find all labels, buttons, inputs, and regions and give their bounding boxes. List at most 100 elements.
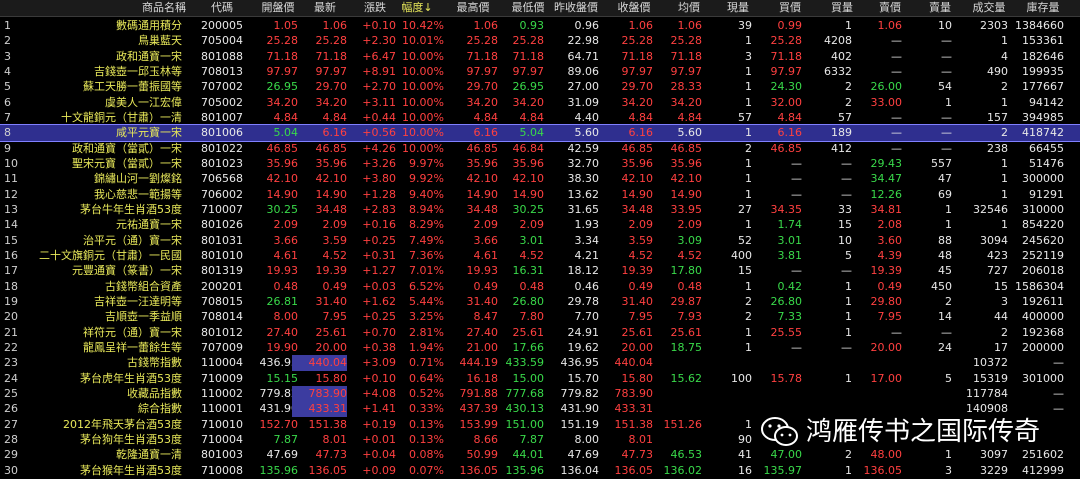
cell-open: 2.09 [273,218,299,232]
cell-stock: 182646 [1022,49,1064,63]
table-row[interactable]: 6 虞美人一江宏偉 705002 34.20 34.20 +3.11 10.00% 34.20… [0,95,1080,111]
table-row[interactable]: 24 茅台虎年生肖酒53度 710009 15.15 15.80 +0.10 0.64% 16… [0,371,1080,387]
cell-bid-vol: 33 [838,202,852,216]
cell-ask: 29.80 [870,294,903,308]
cell-close: 15.80 [621,371,654,385]
table-row[interactable]: 9 政和通寶（當貳）一宋 801022 46.85 46.85 +4.26 10.00% 46… [0,141,1080,157]
cell-prev: 22.98 [567,34,600,48]
cell-ask-vol: — [941,34,952,48]
cell-chg: +2.70 [362,80,396,94]
cell-last: 25.61 [315,325,348,339]
table-row[interactable]: 25 收藏品指數 110002 779.82 783.90 +4.08 0.52% 791.8… [0,385,1080,402]
table-row[interactable]: 18 古錢幣組合資產 200201 0.48 0.49 +0.03 6.52% 0.49 0.4… [0,279,1080,295]
cell-bid: 24.30 [770,80,803,94]
cell-ask-vol: 5 [945,371,952,385]
col-header-current-vol[interactable]: 現量 [718,0,758,16]
cell-name: 古錢幣組合資產 [105,279,182,293]
col-header-ask[interactable]: 賣價 [870,0,910,16]
cell-last: 42.10 [315,172,348,186]
table-row[interactable]: 2 鳥巢藍天 705004 25.28 25.28 +2.30 10.01% 25.28 25.… [0,33,1080,49]
table-row[interactable]: 1 數碼通用積分 200005 1.05 1.06 +0.10 10.42% 1.06 0.93… [0,18,1080,34]
cell-pct: 10.00% [402,126,444,140]
cell-stock: 400000 [1022,310,1064,324]
cell-ask: 12.26 [870,187,903,201]
table-row[interactable]: 16 二十文旗銅元（甘肅）一民國 801010 4.61 4.52 +0.31 7.36% 4… [0,248,1080,264]
cell-stock: 199935 [1022,64,1064,78]
cell-pct: 0.08% [409,448,444,462]
cell-prev: 24.91 [567,325,600,339]
table-row[interactable]: 8 咸平元寶一宋 801006 5.04 6.16 +0.56 10.00% 6.16 5.04… [0,124,1080,142]
cell-last: 8.01 [322,432,348,446]
cell-stock: 192368 [1022,325,1064,339]
col-header-code[interactable]: 代碼 [198,0,246,16]
cell-pct: 0.13% [409,432,444,446]
table-row[interactable]: 30 茅台猴年生肖酒53度 710008 135.96 136.05 +0.09 0.07%… [0,463,1080,479]
cell-chg: +1.62 [362,294,396,308]
col-header-ask-vol[interactable]: 賣量 [920,0,960,16]
cell-pct: 10.00% [402,64,444,78]
col-header-close[interactable]: 收盤價 [604,0,664,16]
table-row[interactable]: 12 我心慈悲一範揚等 706002 14.90 14.90 +1.28 9.40% 14.9… [0,187,1080,203]
table-row[interactable]: 10 聖宋元寶（當貳）一宋 801023 35.96 35.96 +3.26 9.97% 35… [0,156,1080,172]
cell-low: 2.09 [519,218,545,232]
cell-bid-vol: 402 [831,49,852,63]
table-row[interactable]: 20 吉順壺一季益順 708014 8.00 7.95 +0.25 3.25% 8.47 7.8… [0,309,1080,325]
cell-chg: +0.16 [362,218,396,232]
table-row[interactable]: 7 十文龍銅元（甘肅）一清 801007 4.84 4.84 +0.44 10.00% 4.8… [0,110,1080,126]
cell-vol-now: 1 [745,187,752,201]
cell-ask: 136.05 [863,463,903,477]
cell-open: 47.69 [266,448,299,462]
col-header-volume[interactable]: 成交量 [964,0,1014,16]
cell-volume: 238 [987,141,1008,155]
table-row[interactable]: 14 元祐通寶一宋 801026 2.09 2.09 +0.16 8.29% 2.09 2.09… [0,217,1080,233]
cell-name: 二十文旗銅元（甘肅）一民國 [39,248,182,262]
table-row[interactable]: 17 元豐通寶（篆書）一宋 801319 19.93 19.39 +1.27 7.01% 19… [0,263,1080,279]
table-row[interactable]: 3 政和通寶一宋 801088 71.18 71.18 +6.47 10.00% 71.18 7… [0,49,1080,65]
cell-stock: 1384660 [1015,19,1064,32]
cell-vol-now: 1 [745,218,752,232]
cell-name: 元祐通寶一宋 [116,218,182,232]
cell-open: 135.96 [259,463,299,477]
cell-name: 茅台狗年生肖酒53度 [80,432,182,446]
cell-prev: 3.34 [574,233,600,247]
cell-low: 30.25 [512,202,545,216]
table-row[interactable]: 5 蘇工天勝一蕾振國等 707002 26.95 29.70 +2.70 10.00% 29.… [0,79,1080,95]
cell-prev: 89.06 [567,64,600,78]
cell-volume: 15 [994,279,1008,293]
col-header-last[interactable]: 最新 [300,0,350,16]
table-row[interactable]: 21 祥符元（通）寶一宋 801012 27.40 25.61 +0.70 2.81% 27.… [0,325,1080,341]
cell-close: 47.73 [621,448,654,462]
table-row[interactable]: 22 龍鳳呈祥一蕾餘生等 707009 19.90 20.00 +0.38 1.94% 21.… [0,340,1080,356]
col-header-percent[interactable]: 幅度↓ [392,0,442,16]
col-header-prev-close[interactable]: 昨收盤價 [546,0,606,16]
table-row[interactable]: 19 吉祥壺一汪達明等 708015 26.81 31.40 +1.62 5.44% 31.4… [0,294,1080,310]
cell-avg: 25.61 [670,325,703,339]
cell-last: 2.09 [322,218,348,232]
cell-name: 吉順壺一季益順 [105,310,182,324]
cell-bid-vol: — [841,156,852,170]
table-row[interactable]: 4 吉錢壺一邱玉林等 708013 97.97 97.97 +8.91 10.00% 97.9… [0,64,1080,80]
cell-prev: 19.62 [567,340,600,354]
table-row[interactable]: 23 古錢幣指數 110004 436.95 440.04 +3.09 0.71% 444.1… [0,355,1080,371]
cell-chg: +1.41 [362,402,396,416]
cell-vol-now: 41 [738,448,752,462]
cell-bid: 0.42 [777,279,803,293]
table-row[interactable]: 11 錦繡山河一劉燦銘 706568 42.10 42.10 +3.80 9.92% 42.1… [0,171,1080,187]
col-header-bid-vol[interactable]: 買量 [822,0,862,16]
table-row[interactable]: 15 治平元（通）寶一宋 801031 3.66 3.59 +0.25 7.49% 3.66 3… [0,233,1080,249]
col-header-avg[interactable]: 均價 [664,0,714,16]
cell-last: 31.40 [315,294,348,308]
cell-bid-vol: 4208 [824,34,852,48]
cell-avg: 1.06 [677,19,703,32]
cell-open: 19.90 [266,340,299,354]
col-header-bid[interactable]: 買價 [770,0,810,16]
col-header-high[interactable]: 最高價 [442,0,504,16]
cell-chg: +3.26 [362,156,396,170]
cell-vol-now: 1 [745,80,752,94]
cell-prev: 0.46 [574,279,600,293]
cell-chg: +2.30 [362,34,396,48]
col-header-name[interactable]: 商品名稱 [118,0,210,16]
table-row[interactable]: 13 茅台牛年生肖酒53度 710007 30.25 34.48 +2.83 8.94% 34… [0,202,1080,218]
cell-low: 135.96 [505,463,545,477]
col-header-stock[interactable]: 庫存量 [1018,0,1068,16]
